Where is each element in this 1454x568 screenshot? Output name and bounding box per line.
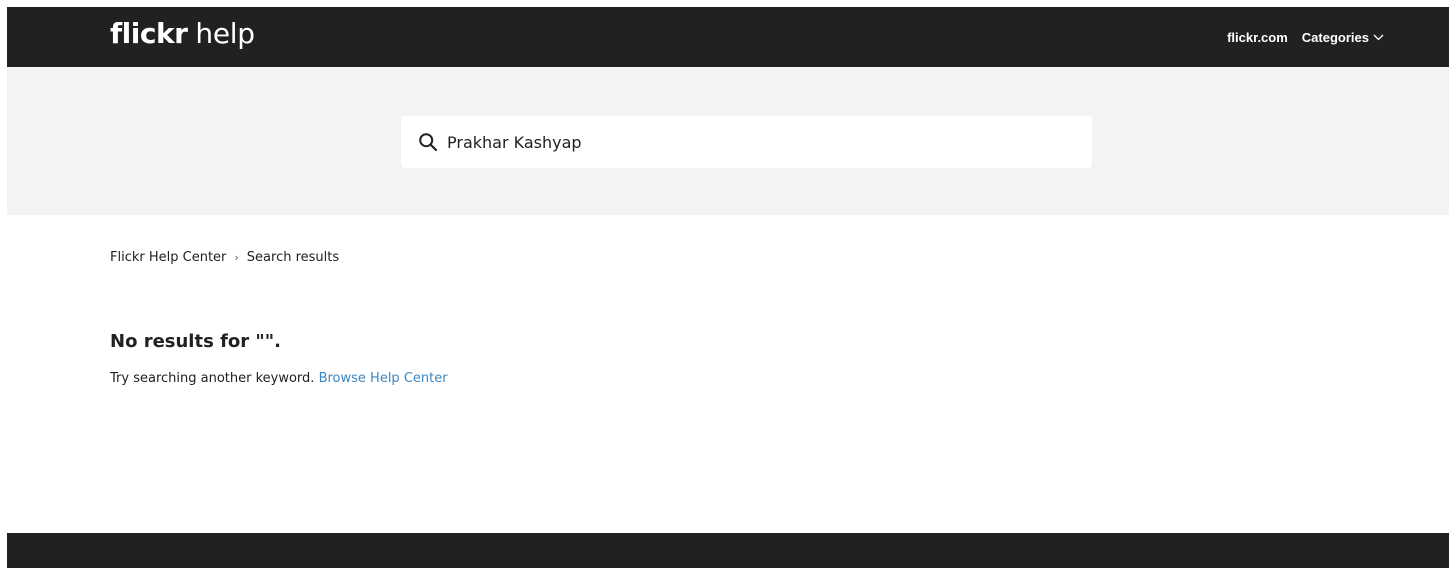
footer [7, 533, 1449, 568]
flickr-com-link[interactable]: flickr.com [1227, 30, 1288, 45]
page: flickr help flickr.com Categories Flickr… [0, 0, 1454, 568]
breadcrumb: Flickr Help Center › Search results [110, 250, 339, 265]
search-icon [419, 133, 438, 152]
flickr-help-logo[interactable]: flickr help [110, 17, 255, 50]
top-header: flickr help flickr.com Categories [7, 7, 1449, 67]
categories-label: Categories [1301, 29, 1369, 45]
breadcrumb-home-link[interactable]: Flickr Help Center [110, 250, 226, 265]
categories-dropdown[interactable]: Categories [1302, 30, 1384, 45]
results-hint-text: Try searching another keyword. [110, 371, 319, 386]
logo-suffix: help [195, 17, 255, 50]
breadcrumb-current: Search results [246, 250, 340, 265]
header-nav: flickr.com Categories [1227, 7, 1384, 67]
search-input[interactable] [447, 132, 1067, 152]
logo-word: flickr [110, 17, 188, 50]
search-box[interactable] [401, 116, 1092, 168]
browse-help-center-link[interactable]: Browse Help Center [319, 371, 448, 386]
results-hint: Try searching another keyword. Browse He… [110, 371, 448, 386]
search-band [7, 67, 1449, 215]
chevron-down-icon [1373, 34, 1384, 41]
breadcrumb-separator: › [234, 251, 239, 264]
results-title: No results for "". [110, 331, 281, 352]
